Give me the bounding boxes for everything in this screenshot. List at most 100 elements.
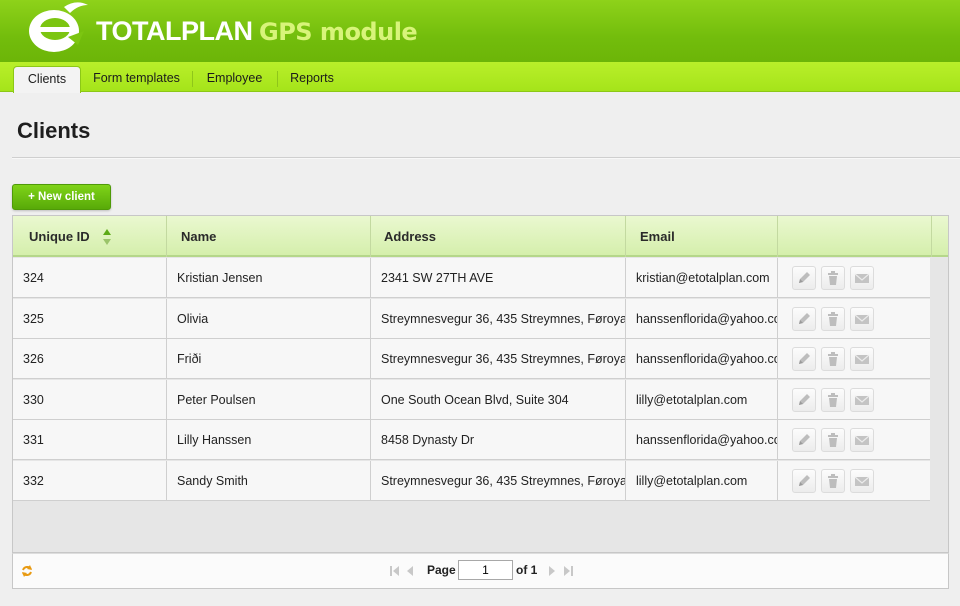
main-tab-bar: Clients Form templates Employee Reports <box>0 62 960 93</box>
envelope-icon <box>854 395 870 405</box>
column-header-name[interactable]: Name <box>167 216 371 257</box>
cell-unique-id-text: 326 <box>23 352 44 366</box>
cell-name-text: Sandy Smith <box>177 473 248 488</box>
cell-unique-id-text: 331 <box>23 433 44 447</box>
cell-address-text: Streymnesvegur 36, 435 Streymnes, Føroya… <box>381 473 626 488</box>
trash-icon <box>828 473 838 488</box>
trash-button[interactable] <box>821 428 845 452</box>
cell-address: One South Ocean Blvd, Suite 304 <box>371 379 626 420</box>
cell-address-text: 2341 SW 27TH AVE <box>381 271 494 285</box>
cell-name: Kristian Jensen <box>167 258 371 298</box>
cell-name: Olivia <box>167 298 371 339</box>
table-row[interactable]: 331 Lilly Hanssen 8458 Dynasty Dr hanssenfl… <box>13 420 930 460</box>
cell-unique-id-text: 330 <box>23 392 44 407</box>
clients-grid: Unique ID Name Address Email 324 Kristian… <box>12 215 949 553</box>
last-page-icon[interactable] <box>562 565 574 577</box>
column-header-email[interactable]: Email <box>626 216 778 257</box>
column-header-label: Unique ID <box>29 229 90 244</box>
page-number-input[interactable] <box>458 560 513 580</box>
cell-email: hanssenflorida@yahoo.com <box>626 298 778 339</box>
trash-icon <box>828 311 838 326</box>
cell-address: 8458 Dynasty Dr <box>371 420 626 460</box>
cell-name: Lilly Hanssen <box>167 420 371 460</box>
cell-actions <box>778 339 930 379</box>
page-label: Page <box>427 563 456 577</box>
cell-name: Peter Poulsen <box>167 379 371 420</box>
etotalplan-logo <box>29 2 88 52</box>
envelope-button[interactable] <box>850 428 874 452</box>
cell-actions <box>778 420 930 460</box>
tab-form-templates[interactable]: Form templates <box>83 66 190 92</box>
envelope-button[interactable] <box>850 306 874 331</box>
brand-name: TOTALPLAN <box>96 16 253 46</box>
cell-name: Sandy Smith <box>167 460 371 501</box>
cell-unique-id: 331 <box>13 420 167 460</box>
next-page-icon[interactable] <box>547 565 557 577</box>
table-row[interactable]: 330 Peter Poulsen One South Ocean Blvd, Su… <box>13 379 930 420</box>
tab-clients[interactable]: Clients <box>13 66 81 93</box>
envelope-button[interactable] <box>850 347 874 371</box>
cell-unique-id: 325 <box>13 298 167 339</box>
cell-actions <box>778 299 930 339</box>
trash-button[interactable] <box>821 266 845 290</box>
cell-unique-id: 324 <box>13 258 167 298</box>
first-page-icon[interactable] <box>389 565 401 577</box>
refresh-icon[interactable] <box>20 564 34 578</box>
cell-name-text: Kristian Jensen <box>177 271 263 285</box>
envelope-button[interactable] <box>850 468 874 493</box>
edit-button[interactable] <box>792 266 816 290</box>
cell-address-text: Streymnesvegur 36, 435 Streymnes, Føroya… <box>381 352 626 366</box>
cell-email: hanssenflorida@yahoo.com <box>626 339 778 379</box>
edit-icon <box>799 272 810 283</box>
edit-button[interactable] <box>792 387 816 412</box>
new-client-button[interactable]: + New client <box>12 184 111 210</box>
envelope-icon <box>854 435 870 445</box>
table-row[interactable]: 326 Friði Streymnesvegur 36, 435 Streymnes… <box>13 339 930 379</box>
grid-pager: Page of 1 <box>12 553 949 589</box>
cell-email: kristian@etotalplan.com <box>626 258 778 298</box>
title-divider <box>12 157 960 159</box>
cell-unique-id-text: 324 <box>23 271 44 285</box>
trash-button[interactable] <box>821 306 845 331</box>
cell-email: lilly@etotalplan.com <box>626 379 778 420</box>
trash-button[interactable] <box>821 387 845 412</box>
cell-actions <box>778 258 930 298</box>
cell-name-text: Friði <box>177 352 202 366</box>
tab-reports[interactable]: Reports <box>278 66 346 92</box>
trash-button[interactable] <box>821 468 845 493</box>
cell-actions <box>778 461 930 501</box>
edit-icon <box>799 312 810 324</box>
cell-unique-id: 332 <box>13 460 167 501</box>
edit-button[interactable] <box>792 347 816 371</box>
table-row[interactable]: 325 Olivia Streymnesvegur 36, 435 Streymne… <box>13 298 930 339</box>
envelope-icon <box>854 314 870 324</box>
cell-address: Streymnesvegur 36, 435 Streymnes, Føroya… <box>371 298 626 339</box>
cell-email: hanssenflorida@yahoo.com <box>626 420 778 460</box>
grid-header: Unique ID Name Address Email <box>13 216 948 257</box>
cell-name-text: Lilly Hanssen <box>177 433 252 447</box>
cell-email: lilly@etotalplan.com <box>626 460 778 501</box>
tab-employee[interactable]: Employee <box>193 66 276 92</box>
cell-address: 2341 SW 27TH AVE <box>371 258 626 298</box>
previous-page-icon[interactable] <box>405 565 415 577</box>
column-header-address[interactable]: Address <box>371 216 626 257</box>
edit-button[interactable] <box>792 468 816 493</box>
edit-button[interactable] <box>792 306 816 331</box>
page-title: Clients <box>17 118 91 143</box>
envelope-button[interactable] <box>850 387 874 412</box>
table-row[interactable]: 324 Kristian Jensen 2341 SW 27TH AVE kristi… <box>13 258 930 298</box>
edit-icon <box>799 393 810 405</box>
cell-email-text: hanssenflorida@yahoo.com <box>636 352 778 366</box>
cell-actions <box>778 380 930 420</box>
edit-icon <box>799 474 810 486</box>
table-row[interactable]: 332 Sandy Smith Streymnesvegur 36, 435 Str… <box>13 460 930 501</box>
page-count-label: of 1 <box>516 563 538 577</box>
edit-button[interactable] <box>792 428 816 452</box>
column-header-unique-id[interactable]: Unique ID <box>13 216 167 257</box>
cell-unique-id: 330 <box>13 379 167 420</box>
envelope-button[interactable] <box>850 266 874 290</box>
sort-icon <box>103 229 111 245</box>
trash-icon <box>828 271 838 285</box>
trash-button[interactable] <box>821 347 845 371</box>
trash-icon <box>828 392 838 407</box>
